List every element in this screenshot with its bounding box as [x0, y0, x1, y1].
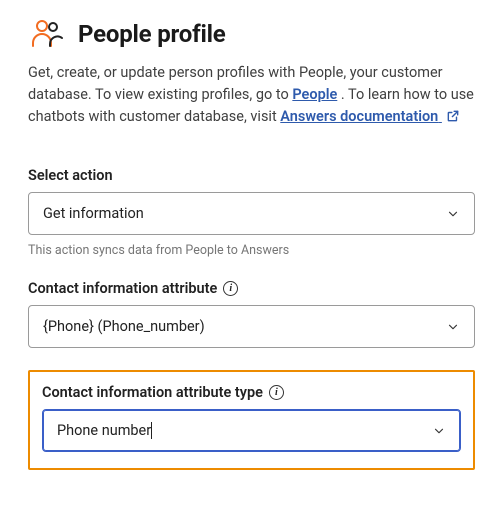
chevron-down-icon [446, 207, 460, 221]
answers-documentation-label: Answers documentation [280, 108, 438, 125]
contact-attribute-dropdown[interactable]: {Phone} (Phone_number) [28, 305, 475, 348]
answers-documentation-link[interactable]: Answers documentation [280, 108, 460, 125]
contact-attribute-value: {Phone} (Phone_number) [43, 318, 446, 335]
chevron-down-icon [446, 320, 460, 334]
page-title: People profile [78, 20, 226, 48]
contact-attribute-label: Contact information attribute [28, 280, 217, 297]
external-link-icon [446, 108, 460, 130]
info-icon[interactable] [223, 281, 238, 296]
contact-attribute-type-field: Contact information attribute type Phone… [42, 384, 461, 452]
contact-attribute-type-label-row: Contact information attribute type [42, 384, 461, 401]
select-action-value: Get information [43, 205, 446, 222]
contact-attribute-type-dropdown[interactable]: Phone number [42, 409, 461, 452]
select-action-helper: This action syncs data from People to An… [28, 243, 475, 258]
text-cursor: Phone number [57, 422, 152, 439]
select-action-dropdown[interactable]: Get information [28, 192, 475, 235]
panel-description: Get, create, or update person profiles w… [28, 62, 475, 129]
contact-attribute-field: Contact information attribute {Phone} (P… [28, 280, 475, 348]
info-icon[interactable] [269, 385, 284, 400]
contact-attribute-label-row: Contact information attribute [28, 280, 475, 297]
chevron-down-icon [432, 424, 446, 438]
highlighted-section: Contact information attribute type Phone… [28, 370, 475, 470]
contact-attribute-type-label: Contact information attribute type [42, 384, 263, 401]
select-action-label: Select action [28, 167, 475, 184]
people-profile-panel: People profile Get, create, or update pe… [0, 0, 503, 490]
people-icon [28, 16, 64, 52]
select-action-field: Select action Get information This actio… [28, 167, 475, 258]
panel-header: People profile [28, 16, 475, 52]
contact-attribute-type-value: Phone number [57, 422, 432, 439]
people-link[interactable]: People [292, 86, 337, 103]
